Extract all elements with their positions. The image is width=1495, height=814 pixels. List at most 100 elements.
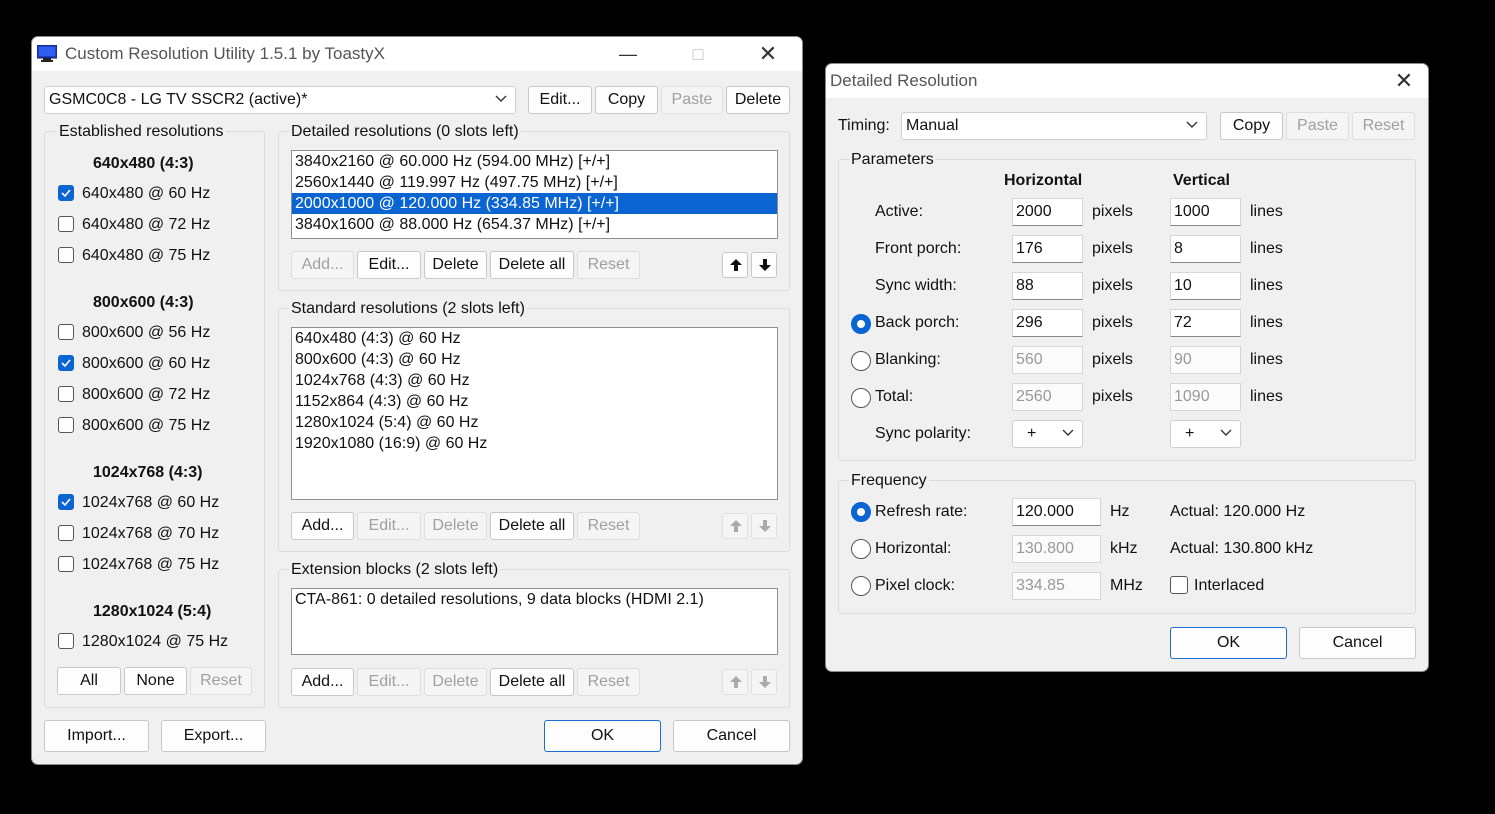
monitor-select[interactable]: GSMC0C8 - LG TV SSCR2 (active)* [44, 86, 516, 114]
all-button[interactable]: All [57, 667, 121, 695]
detailed-edit-button[interactable]: Edit... [357, 251, 421, 279]
arrow-down-icon [759, 259, 771, 271]
standard-reset-button[interactable]: Reset [577, 512, 640, 540]
timing-select[interactable]: Manual [901, 112, 1207, 140]
detailed-delete-button[interactable]: Delete [424, 251, 487, 279]
sync-width-horizontal-input[interactable]: 88 [1012, 272, 1083, 300]
paste-monitor-button[interactable]: Paste [661, 86, 723, 114]
sync-polarity-horizontal-select[interactable]: + [1012, 420, 1083, 448]
move-down-button[interactable] [751, 513, 777, 539]
none-button[interactable]: None [124, 667, 187, 695]
list-item[interactable]: 640x480 (4:3) @ 60 Hz [292, 328, 777, 349]
established-checkbox[interactable]: 1024x768 @ 60 Hz [58, 492, 248, 514]
refresh-rate-input[interactable]: 120.000 [1012, 498, 1101, 526]
standard-delete-button[interactable]: Delete [424, 512, 487, 540]
copy-monitor-button[interactable]: Copy [595, 86, 658, 114]
standard-resolutions-list[interactable]: 640x480 (4:3) @ 60 Hz 800x600 (4:3) @ 60… [291, 327, 778, 500]
established-checkbox[interactable]: 800x600 @ 75 Hz [58, 415, 248, 437]
established-checkbox[interactable]: 800x600 @ 60 Hz [58, 353, 248, 375]
list-item[interactable]: 1152x864 (4:3) @ 60 Hz [292, 391, 777, 412]
total-vertical-input[interactable]: 1090 [1170, 383, 1241, 411]
sync-width-vertical-input[interactable]: 10 [1170, 272, 1241, 300]
move-up-button[interactable] [722, 513, 748, 539]
timing-reset-button[interactable]: Reset [1352, 112, 1415, 140]
extension-add-button[interactable]: Add... [291, 668, 354, 696]
detail-ok-button[interactable]: OK [1170, 627, 1287, 659]
detail-cancel-button[interactable]: Cancel [1299, 627, 1416, 659]
back-porch-radio[interactable] [851, 314, 871, 334]
active-vertical-input[interactable]: 1000 [1170, 198, 1241, 226]
cru-main-window: Custom Resolution Utility 1.5.1 by Toast… [31, 36, 803, 765]
move-down-button[interactable] [751, 252, 777, 278]
list-item[interactable]: 800x600 (4:3) @ 60 Hz [292, 349, 777, 370]
established-checkbox[interactable]: 800x600 @ 56 Hz [58, 322, 248, 344]
chevron-down-icon [1062, 429, 1074, 437]
extension-reset-button[interactable]: Reset [577, 668, 640, 696]
main-titlebar[interactable]: Custom Resolution Utility 1.5.1 by Toast… [32, 37, 802, 71]
detailed-delete-all-button[interactable]: Delete all [490, 251, 574, 279]
timing-copy-button[interactable]: Copy [1220, 112, 1283, 140]
extension-edit-button[interactable]: Edit... [357, 668, 421, 696]
established-checkbox[interactable]: 640x480 @ 75 Hz [58, 245, 248, 267]
pixel-clock-radio[interactable] [851, 576, 871, 596]
detailed-resolutions-list[interactable]: 3840x2160 @ 60.000 Hz (594.00 MHz) [+/+]… [291, 150, 778, 239]
detail-titlebar[interactable]: Detailed Resolution ✕ [826, 64, 1428, 98]
standard-edit-button[interactable]: Edit... [357, 512, 421, 540]
list-item[interactable]: 1280x1024 (5:4) @ 60 Hz [292, 412, 777, 433]
ok-button[interactable]: OK [544, 720, 661, 752]
refresh-rate-radio[interactable] [851, 502, 871, 522]
established-checkbox[interactable]: 640x480 @ 60 Hz [58, 183, 248, 205]
interlaced-checkbox[interactable]: Interlaced [1170, 575, 1300, 597]
list-item[interactable]: 1024x768 (4:3) @ 60 Hz [292, 370, 777, 391]
blanking-horizontal-input[interactable]: 560 [1012, 346, 1083, 374]
maximize-icon[interactable]: □ [676, 37, 720, 71]
established-checkbox[interactable]: 1024x768 @ 70 Hz [58, 523, 248, 545]
horizontal-frequency-input[interactable]: 130.800 [1012, 535, 1101, 563]
cancel-button[interactable]: Cancel [673, 720, 790, 752]
import-button[interactable]: Import... [44, 720, 149, 752]
detailed-add-button[interactable]: Add... [291, 251, 354, 279]
export-button[interactable]: Export... [161, 720, 266, 752]
move-up-button[interactable] [722, 669, 748, 695]
established-checkbox[interactable]: 640x480 @ 72 Hz [58, 214, 248, 236]
extension-blocks-list[interactable]: CTA-861: 0 detailed resolutions, 9 data … [291, 588, 778, 655]
back-porch-horizontal-input[interactable]: 296 [1012, 309, 1083, 337]
back-porch-vertical-input[interactable]: 72 [1170, 309, 1241, 337]
established-reset-button[interactable]: Reset [190, 667, 252, 695]
established-checkbox[interactable]: 800x600 @ 72 Hz [58, 384, 248, 406]
established-checkbox[interactable]: 1280x1024 @ 75 Hz [58, 631, 248, 653]
list-item[interactable]: 3840x2160 @ 60.000 Hz (594.00 MHz) [+/+] [292, 151, 777, 172]
extension-delete-button[interactable]: Delete [424, 668, 487, 696]
blanking-vertical-input[interactable]: 90 [1170, 346, 1241, 374]
horizontal-frequency-radio[interactable] [851, 539, 871, 559]
list-item[interactable]: CTA-861: 0 detailed resolutions, 9 data … [292, 589, 777, 610]
timing-paste-button[interactable]: Paste [1286, 112, 1349, 140]
list-item[interactable]: 3840x1600 @ 88.000 Hz (654.37 MHz) [+/+] [292, 214, 777, 235]
standard-delete-all-button[interactable]: Delete all [490, 512, 574, 540]
move-down-button[interactable] [751, 669, 777, 695]
list-item[interactable]: 1920x1080 (16:9) @ 60 Hz [292, 433, 777, 454]
edit-monitor-button[interactable]: Edit... [528, 86, 592, 114]
actual-horizontal-frequency: Actual: 130.800 kHz [1170, 540, 1314, 557]
unit-lines: lines [1250, 240, 1283, 257]
active-horizontal-input[interactable]: 2000 [1012, 198, 1083, 226]
total-radio[interactable] [851, 388, 871, 408]
close-icon[interactable]: ✕ [746, 37, 790, 71]
established-checkbox[interactable]: 1024x768 @ 75 Hz [58, 554, 248, 576]
list-item-selected[interactable]: 2000x1000 @ 120.000 Hz (334.85 MHz) [+/+… [292, 193, 777, 214]
front-porch-horizontal-input[interactable]: 176 [1012, 235, 1083, 263]
extension-delete-all-button[interactable]: Delete all [490, 668, 574, 696]
standard-add-button[interactable]: Add... [291, 512, 354, 540]
list-item[interactable]: 2560x1440 @ 119.997 Hz (497.75 MHz) [+/+… [292, 172, 777, 193]
pixel-clock-input[interactable]: 334.85 [1012, 572, 1101, 600]
detailed-reset-button[interactable]: Reset [577, 251, 640, 279]
sync-polarity-vertical-select[interactable]: + [1170, 420, 1241, 448]
minimize-icon[interactable]: — [606, 37, 650, 71]
close-icon[interactable]: ✕ [1382, 64, 1426, 98]
total-horizontal-input[interactable]: 2560 [1012, 383, 1083, 411]
established-resolutions-label: Established resolutions [57, 123, 226, 141]
move-up-button[interactable] [722, 252, 748, 278]
blanking-radio[interactable] [851, 351, 871, 371]
delete-monitor-button[interactable]: Delete [726, 86, 790, 114]
front-porch-vertical-input[interactable]: 8 [1170, 235, 1241, 263]
